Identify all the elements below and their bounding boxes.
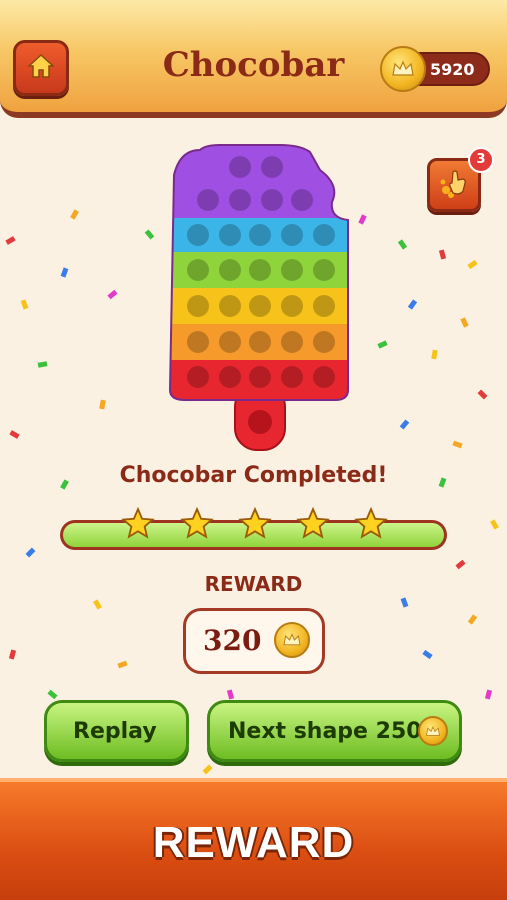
confetti-piece: [70, 209, 79, 220]
confetti-piece: [37, 361, 48, 368]
star-icon: [354, 506, 388, 545]
confetti-piece: [438, 249, 447, 260]
confetti-piece: [484, 689, 493, 700]
confetti-piece: [452, 440, 463, 449]
confetti-piece: [8, 649, 17, 660]
confetti-piece: [477, 389, 488, 400]
replay-button[interactable]: Replay: [44, 700, 189, 762]
confetti-piece: [25, 547, 36, 558]
confetti-piece: [60, 267, 69, 278]
confetti-piece: [93, 599, 102, 610]
confetti-piece: [9, 430, 20, 439]
confetti-piece: [47, 689, 58, 700]
confetti-piece: [107, 289, 118, 300]
confetti-piece: [377, 340, 388, 349]
crown-coin-icon: [380, 46, 426, 92]
crown-coin-icon: [418, 716, 448, 746]
confetti-piece: [117, 660, 128, 669]
confetti-piece: [467, 259, 478, 270]
replay-label: Replay: [73, 719, 157, 744]
star-icon: [238, 506, 272, 545]
star-icon: [180, 506, 214, 545]
reward-label: REWARD: [204, 572, 303, 596]
next-shape-button[interactable]: Next shape 250: [207, 700, 462, 762]
reward-amount: 320: [203, 624, 262, 657]
completed-message: Chocobar Completed!: [119, 463, 388, 488]
confetti-piece: [467, 614, 478, 625]
confetti-piece: [399, 419, 410, 430]
confetti-piece: [490, 519, 499, 530]
confetti-piece: [20, 299, 29, 310]
chocobar-pop-it-shape: [160, 140, 360, 459]
confetti-piece: [5, 236, 16, 245]
confetti-piece: [422, 649, 433, 660]
confetti-piece: [144, 229, 155, 240]
hint-hand-icon: [437, 166, 471, 204]
star-icon: [121, 506, 155, 545]
confetti-piece: [400, 597, 409, 608]
confetti-piece: [431, 349, 438, 360]
coin-balance: 5920: [430, 60, 475, 79]
confetti-piece: [455, 559, 466, 570]
confetti-piece: [460, 317, 469, 328]
confetti-piece: [99, 399, 106, 410]
confetti-piece: [407, 299, 418, 310]
confetti-piece: [397, 239, 408, 250]
confetti-piece: [226, 689, 235, 700]
reward-claim-label: REWARD: [152, 818, 355, 867]
star-icon: [296, 506, 330, 545]
confetti-piece: [202, 764, 213, 775]
next-shape-label: Next shape 250: [228, 719, 422, 744]
hint-count-badge: 3: [468, 147, 494, 173]
crown-coin-icon: [274, 622, 310, 658]
